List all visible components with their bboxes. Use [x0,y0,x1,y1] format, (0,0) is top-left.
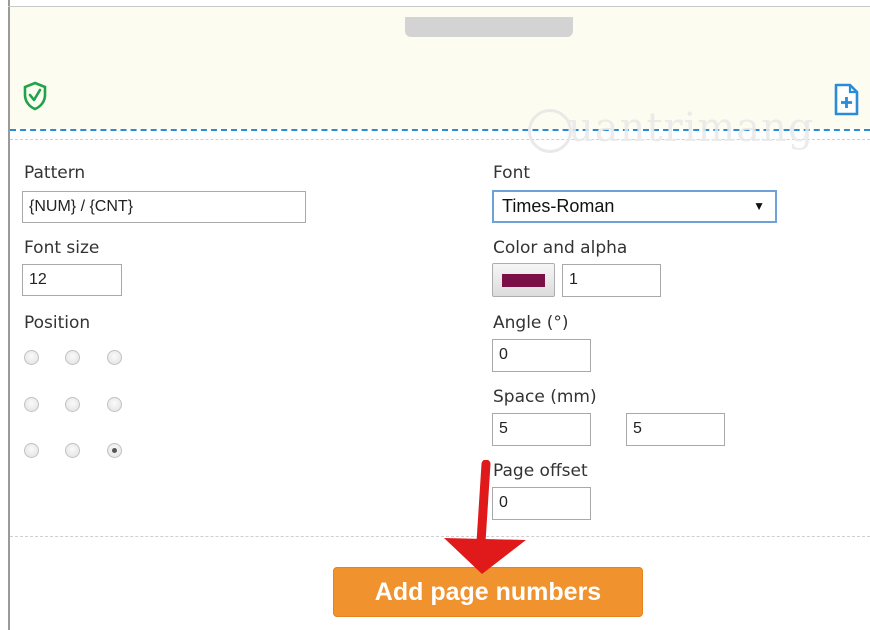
alpha-input[interactable]: 1 [562,264,661,297]
color-swatch [502,274,545,287]
watermark-logo: uantrimang [528,105,848,163]
position-radio-top-right[interactable] [107,350,122,365]
pattern-label: Pattern [24,163,86,183]
space-x-input[interactable]: 5 [492,413,591,446]
dropdown-arrow-icon: ▼ [753,199,765,213]
panel-grab-handle[interactable] [405,17,573,37]
color-picker-button[interactable] [492,263,555,297]
annotation-arrow-icon [444,460,526,574]
position-radio-bottom-left[interactable] [24,443,39,458]
space-label: Space (mm) [493,387,597,407]
position-radio-top-left[interactable] [24,350,39,365]
space-y-input[interactable]: 5 [626,413,725,446]
font-size-input[interactable]: 12 [22,264,122,296]
font-label: Font [493,163,531,183]
angle-label: Angle (°) [493,313,569,333]
font-select-value: Times-Roman [502,196,615,216]
position-radio-middle-right[interactable] [107,397,122,412]
angle-input[interactable]: 0 [492,339,591,372]
font-select[interactable]: Times-Roman ▼ [492,190,777,223]
color-alpha-label: Color and alpha [493,238,628,258]
position-radio-top-center[interactable] [65,350,80,365]
font-size-label: Font size [24,238,100,258]
pattern-input[interactable]: {NUM} / {CNT} [22,191,306,223]
shield-check-icon [23,81,47,111]
watermark-circle-icon [528,109,572,153]
position-radio-bottom-center[interactable] [65,443,80,458]
position-radio-middle-center[interactable] [65,397,80,412]
position-radio-bottom-right[interactable] [107,443,122,458]
position-label: Position [24,313,91,333]
position-radio-middle-left[interactable] [24,397,39,412]
